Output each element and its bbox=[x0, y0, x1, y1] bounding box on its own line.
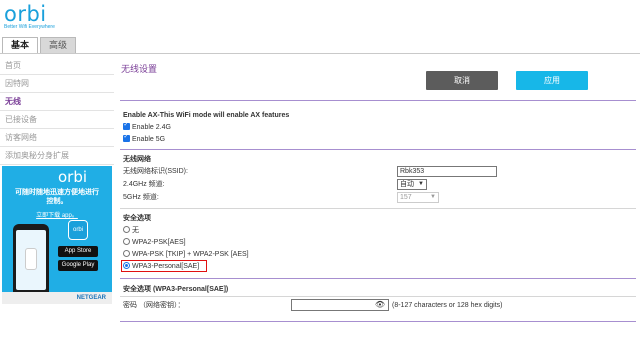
top-tabs: 基本 高级 bbox=[2, 37, 77, 53]
password-hint: (8-127 characters or 128 hex digits) bbox=[392, 302, 503, 309]
password-input[interactable]: 👁 bbox=[291, 299, 389, 311]
channel-24-label: 2.4GHz 频道: bbox=[123, 181, 165, 188]
tab-advanced[interactable]: 高级 bbox=[40, 37, 77, 53]
app-promo-banner[interactable]: orbi 可随时随地迅速方便地进行控制。 立即下载 app。 orbi App … bbox=[2, 166, 112, 304]
sidebar-item-internet[interactable]: 因特网 bbox=[0, 75, 114, 93]
channel-24-select[interactable]: 自动 ▼ bbox=[397, 179, 427, 190]
ax-5g-label: Enable 5G bbox=[132, 136, 166, 143]
logo-word: orbi bbox=[4, 2, 47, 26]
ad-headline: 可随时随地迅速方便地进行控制。 bbox=[15, 189, 99, 205]
security-option-wpa2[interactable]: WPA2-PSK[AES] bbox=[123, 238, 186, 247]
section-divider bbox=[120, 321, 636, 322]
radio-none[interactable] bbox=[123, 226, 130, 233]
ax-24g-label: Enable 2.4G bbox=[132, 124, 171, 131]
option-none-label: 无 bbox=[132, 227, 139, 234]
netgear-footer-logo: NETGEAR bbox=[2, 292, 112, 304]
wireless-network-heading: 无线网络 bbox=[123, 156, 151, 163]
radio-wpa3[interactable] bbox=[123, 262, 130, 269]
chevron-down-icon: ▼ bbox=[430, 194, 436, 200]
ssid-input[interactable]: Rbk353 bbox=[397, 166, 497, 177]
google-play-badge[interactable]: Google Play bbox=[58, 260, 98, 271]
chevron-down-icon: ▼ bbox=[418, 181, 424, 187]
tab-divider bbox=[0, 53, 640, 54]
section-divider bbox=[120, 296, 636, 297]
ad-download-link[interactable]: 立即下载 app。 bbox=[2, 210, 112, 219]
orbi-logo: orbi Better Wifi Everywhere bbox=[4, 2, 55, 30]
password-label: 密码 （网络密钥）： bbox=[123, 302, 185, 309]
phone-screen bbox=[16, 230, 46, 290]
app-store-badge[interactable]: App Store bbox=[58, 246, 98, 257]
ad-brand: orbi bbox=[58, 168, 88, 186]
orbi-app-icon: orbi bbox=[68, 220, 88, 240]
section-divider bbox=[120, 208, 636, 209]
option-wpa3-label: WPA3-Personal[SAE] bbox=[132, 263, 200, 270]
security-option-none[interactable]: 无 bbox=[123, 226, 139, 235]
ssid-label: 无线网络标识(SSID): bbox=[123, 168, 188, 175]
option-wpa-wpa2-label: WPA-PSK [TKIP] + WPA2-PSK [AES] bbox=[132, 251, 249, 258]
security-option-wpa3[interactable]: WPA3-Personal[SAE] bbox=[123, 262, 199, 271]
sidebar-item-add-satellite[interactable]: 添加奥秘分身扩展 bbox=[0, 147, 114, 165]
section-divider bbox=[120, 100, 636, 101]
cancel-button[interactable]: 取消 bbox=[426, 71, 498, 90]
router-illustration bbox=[25, 248, 37, 270]
channel-24-value: 自动 bbox=[400, 181, 414, 188]
ax-24g-checkbox[interactable] bbox=[123, 121, 130, 130]
security-options-heading: 安全选项 bbox=[123, 215, 151, 222]
eye-slash-icon[interactable]: 👁 bbox=[375, 300, 385, 309]
ax-24g-row: Enable 2.4G bbox=[123, 121, 171, 132]
phone-illustration bbox=[13, 224, 49, 298]
wireless-settings-panel: 无线设置 取消 应用 Enable AX-This WiFi mode will… bbox=[120, 57, 636, 340]
radio-wpa-wpa2[interactable] bbox=[123, 250, 130, 257]
ax-heading: Enable AX-This WiFi mode will enable AX … bbox=[123, 112, 290, 119]
channel-5-select[interactable]: 157 ▼ bbox=[397, 192, 439, 203]
section-divider bbox=[120, 149, 636, 150]
radio-wpa2[interactable] bbox=[123, 238, 130, 245]
option-wpa2-label: WPA2-PSK[AES] bbox=[132, 239, 186, 246]
sidebar-item-wireless[interactable]: 无线 bbox=[0, 93, 114, 111]
sidebar-item-guest-network[interactable]: 访客网络 bbox=[0, 129, 114, 147]
sidebar-item-attached-devices[interactable]: 已接设备 bbox=[0, 111, 114, 129]
tab-basic[interactable]: 基本 bbox=[2, 37, 39, 53]
channel-5-label: 5GHz 频道: bbox=[123, 194, 159, 201]
sidebar-item-home[interactable]: 首页 bbox=[0, 57, 114, 75]
section-divider bbox=[120, 278, 636, 279]
logo-tagline: Better Wifi Everywhere bbox=[4, 24, 55, 30]
ax-5g-checkbox[interactable] bbox=[123, 133, 130, 142]
ax-5g-row: Enable 5G bbox=[123, 133, 166, 144]
channel-5-value: 157 bbox=[400, 194, 412, 201]
sidebar: 首页 因特网 无线 已接设备 访客网络 添加奥秘分身扩展 bbox=[0, 57, 114, 165]
wpa3-section-heading: 安全选项 (WPA3-Personal[SAE]) bbox=[123, 286, 229, 293]
apply-button[interactable]: 应用 bbox=[516, 71, 588, 90]
security-option-wpa-wpa2[interactable]: WPA-PSK [TKIP] + WPA2-PSK [AES] bbox=[123, 250, 249, 259]
page-title: 无线设置 bbox=[121, 64, 158, 74]
